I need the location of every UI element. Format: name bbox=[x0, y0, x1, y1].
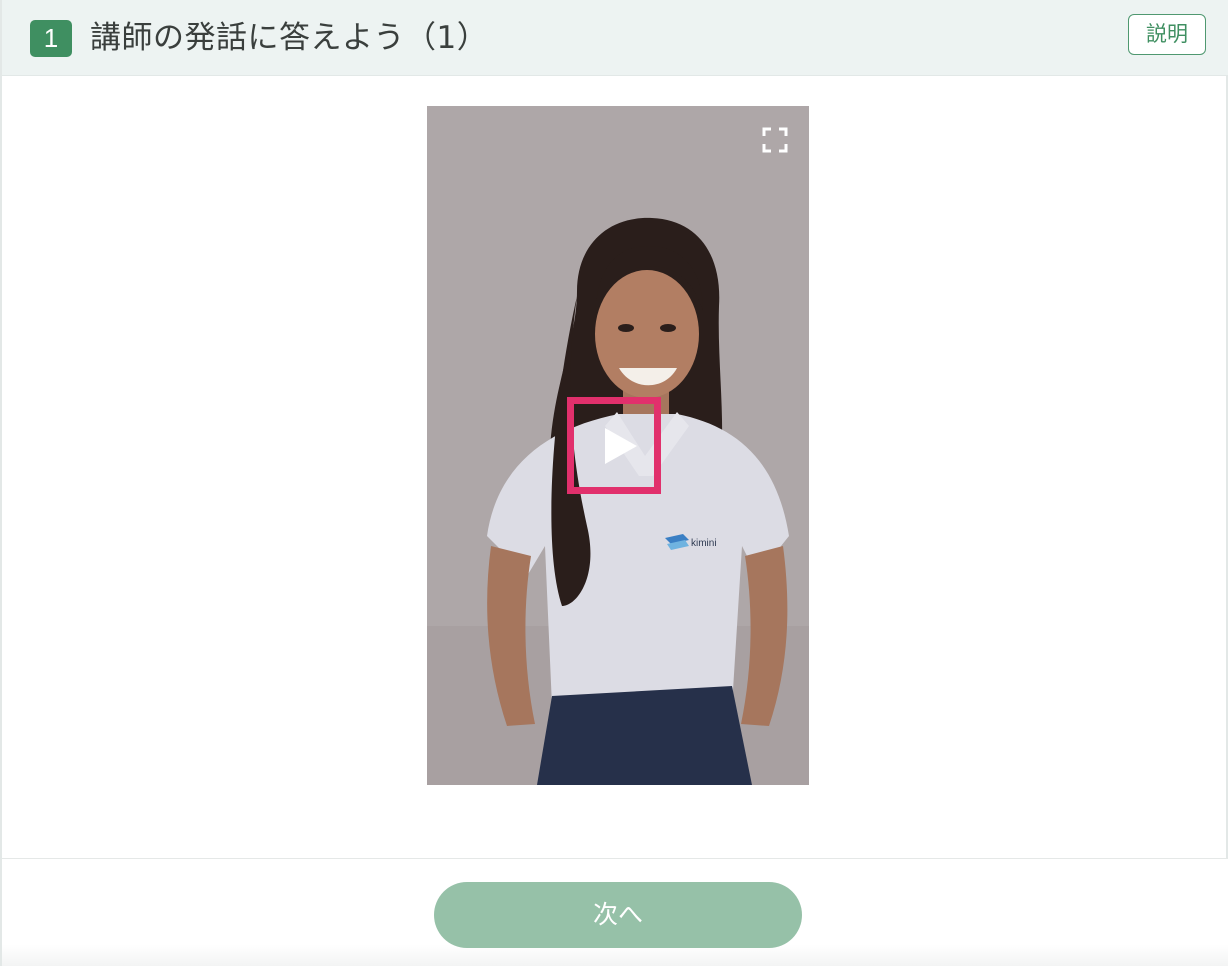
fullscreen-icon[interactable] bbox=[762, 127, 788, 153]
step-number-badge: 1 bbox=[30, 20, 72, 57]
explain-button[interactable]: 説明 bbox=[1128, 14, 1206, 55]
next-button[interactable]: 次へ bbox=[434, 882, 802, 948]
lesson-header: 1 講師の発話に答えよう（1） 説明 bbox=[2, 0, 1228, 76]
video-player[interactable]: kimini bbox=[427, 106, 809, 785]
shirt-logo-text: kimini bbox=[691, 538, 717, 549]
play-button[interactable] bbox=[567, 397, 661, 494]
lesson-panel: 1 講師の発話に答えよう（1） 説明 kimini 次へ bbox=[0, 0, 1228, 966]
play-icon bbox=[605, 428, 637, 464]
page-title: 講師の発話に答えよう（1） bbox=[90, 20, 489, 56]
